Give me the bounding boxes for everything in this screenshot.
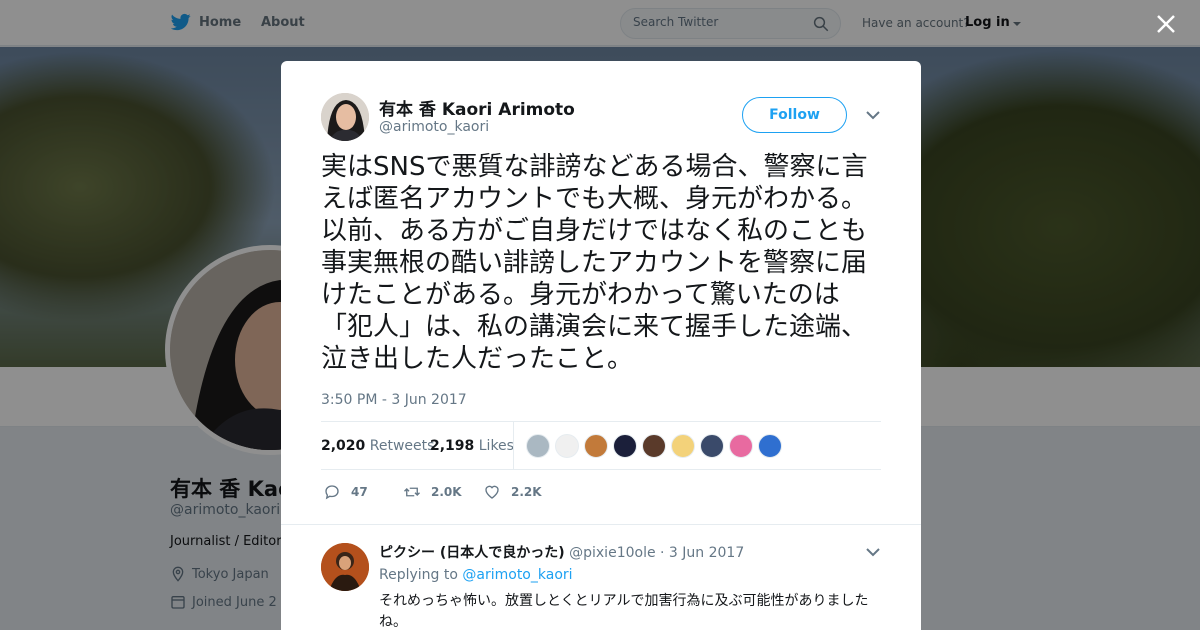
retweet-action[interactable]: 2.0K xyxy=(403,483,462,501)
liker-avatar[interactable] xyxy=(729,434,753,458)
liker-avatar[interactable] xyxy=(642,434,666,458)
likes-count: 2,198 xyxy=(430,438,475,454)
retweets-label: Retweets xyxy=(369,438,435,454)
follow-button[interactable]: Follow xyxy=(742,97,847,133)
replying-to: Replying to @arimoto_kaori xyxy=(379,567,573,583)
reply-action[interactable]: 47 xyxy=(323,483,368,501)
retweets-count: 2,020 xyxy=(321,438,366,454)
tweet-stats: 2,020 Retweets 2,198 Likes xyxy=(321,421,881,470)
reply-author-name[interactable]: ピクシー (日本人で良かった) xyxy=(379,545,565,561)
likes-stat[interactable]: 2,198 Likes xyxy=(430,438,514,454)
tweet-timestamp[interactable]: 3:50 PM - 3 Jun 2017 xyxy=(321,392,467,408)
liker-avatar[interactable] xyxy=(613,434,637,458)
liker-avatar[interactable] xyxy=(700,434,724,458)
liker-avatar[interactable] xyxy=(758,434,782,458)
reply-avatar-photo xyxy=(321,543,369,591)
retweet-count: 2.0K xyxy=(431,485,462,499)
likes-label: Likes xyxy=(478,438,514,454)
retweets-stat[interactable]: 2,020 Retweets xyxy=(321,438,434,454)
reply-tweet[interactable]: ピクシー (日本人で良かった) @pixie10ole · 3 Jun 2017… xyxy=(281,524,921,630)
replying-to-handle-link[interactable]: @arimoto_kaori xyxy=(462,567,572,583)
author-avatar[interactable] xyxy=(321,93,369,141)
liker-avatar[interactable] xyxy=(526,434,550,458)
chevron-down-icon[interactable] xyxy=(865,108,881,122)
reply-author-handle[interactable]: @pixie10ole xyxy=(569,545,655,561)
reply-date[interactable]: · 3 Jun 2017 xyxy=(660,545,744,561)
tweet-text: 実はSNSで悪質な誹謗などある場合、警察に言えば匿名アカウントでも大概、身元がわ… xyxy=(321,152,868,374)
reply-icon xyxy=(325,485,339,500)
like-action[interactable]: 2.2K xyxy=(483,483,542,501)
like-count: 2.2K xyxy=(511,485,542,499)
reply-author-avatar[interactable] xyxy=(321,543,369,591)
like-icon xyxy=(485,485,499,499)
liker-avatar[interactable] xyxy=(555,434,579,458)
retweet-icon xyxy=(404,487,420,497)
reply-text: それめっちゃ怖い。放置しとくとリアルで加害行為に及ぶ可能性がありましたね。 xyxy=(379,593,869,630)
liker-avatar[interactable] xyxy=(584,434,608,458)
close-icon[interactable] xyxy=(1152,10,1180,38)
reply-count: 47 xyxy=(351,485,368,499)
liker-avatar[interactable] xyxy=(671,434,695,458)
author-name[interactable]: 有本 香 Kaori Arimoto xyxy=(379,95,575,120)
reply-chevron-down-icon[interactable] xyxy=(865,545,881,559)
stats-divider xyxy=(513,422,514,469)
tweet-actions: 47 2.0K 2.2K xyxy=(321,479,881,507)
author-handle[interactable]: @arimoto_kaori xyxy=(379,119,489,135)
reply-header: ピクシー (日本人で良かった) @pixie10ole · 3 Jun 2017 xyxy=(379,542,744,562)
tweet-permalink-modal: 有本 香 Kaori Arimoto @arimoto_kaori Follow… xyxy=(281,61,921,630)
likers-avatars xyxy=(526,434,782,458)
author-avatar-photo xyxy=(321,93,369,141)
replying-to-prefix: Replying to xyxy=(379,567,458,583)
